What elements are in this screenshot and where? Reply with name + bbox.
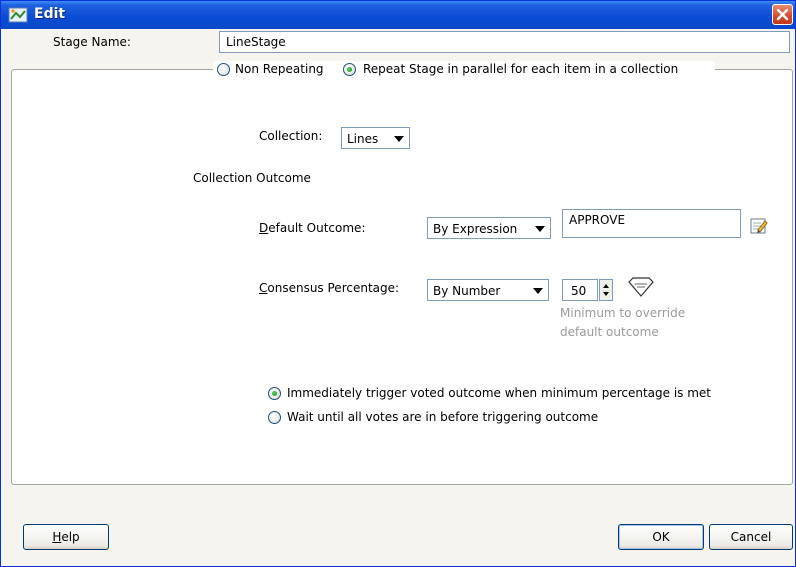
consensus-hint-line2: default outcome <box>560 325 659 339</box>
edit-dialog: Edit Stage Name: LineStage Non Repeating… <box>0 0 796 567</box>
help-mnemonic: H <box>52 530 62 544</box>
default-outcome-expression-input[interactable]: APPROVE <box>562 209 741 238</box>
collection-select[interactable]: Lines <box>341 127 410 149</box>
title-bar[interactable]: Edit <box>1 1 795 29</box>
collection-outcome-heading: Collection Outcome <box>193 171 311 185</box>
chevron-down-icon <box>533 288 543 294</box>
spin-down-icon[interactable] <box>603 292 609 296</box>
close-icon <box>776 8 789 21</box>
vote-shield-icon[interactable] <box>627 276 655 298</box>
consensus-label-text: onsensus Percentage: <box>267 281 400 295</box>
ok-button[interactable]: OK <box>618 524 704 550</box>
consensus-number-value: 50 <box>571 284 587 298</box>
consensus-number-input[interactable]: 50 <box>562 279 598 301</box>
collection-select-value: Lines <box>347 132 379 146</box>
trigger-wait-label: Wait until all votes are in before trigg… <box>287 410 599 424</box>
default-outcome-mnemonic: D <box>259 221 269 235</box>
default-outcome-label-text: efault Outcome: <box>268 221 366 235</box>
app-icon <box>8 6 28 24</box>
dialog-content: Stage Name: LineStage Non Repeating Repe… <box>1 29 795 566</box>
window-title: Edit <box>34 6 66 22</box>
trigger-immediate-label: Immediately trigger voted outcome when m… <box>287 386 712 400</box>
trigger-immediate-radio[interactable] <box>268 387 281 400</box>
close-button[interactable] <box>772 4 793 25</box>
default-outcome-mode-select[interactable]: By Expression <box>427 217 551 239</box>
consensus-hint-line1: Minimum to override <box>560 306 686 320</box>
consensus-spinner[interactable] <box>599 279 613 301</box>
chevron-down-icon <box>394 136 404 142</box>
trigger-wait-radio[interactable] <box>268 411 281 424</box>
collection-label: Collection: <box>259 129 323 143</box>
chevron-down-icon <box>535 226 545 232</box>
cancel-button[interactable]: Cancel <box>709 524 793 550</box>
parallel-repeat-label: Repeat Stage in parallel for each item i… <box>363 62 679 76</box>
stage-name-label: Stage Name: <box>53 35 131 49</box>
help-button-label: elp <box>61 530 80 544</box>
consensus-mode-select[interactable]: By Number <box>427 279 549 301</box>
consensus-percentage-label: Consensus Percentage: <box>259 281 399 295</box>
help-button[interactable]: Help <box>23 524 109 550</box>
edit-pencil-icon[interactable] <box>750 217 768 235</box>
non-repeating-label: Non Repeating <box>235 62 324 76</box>
repeat-mode-legend: Non Repeating Repeat Stage in parallel f… <box>213 61 715 77</box>
default-outcome-mode-value: By Expression <box>433 222 518 236</box>
default-outcome-label: Default Outcome: <box>259 221 365 235</box>
consensus-mode-value: By Number <box>433 284 501 298</box>
non-repeating-radio[interactable] <box>217 63 230 76</box>
spin-up-icon[interactable] <box>603 284 609 288</box>
parallel-repeat-radio[interactable] <box>343 63 356 76</box>
stage-name-input[interactable]: LineStage <box>219 31 790 53</box>
